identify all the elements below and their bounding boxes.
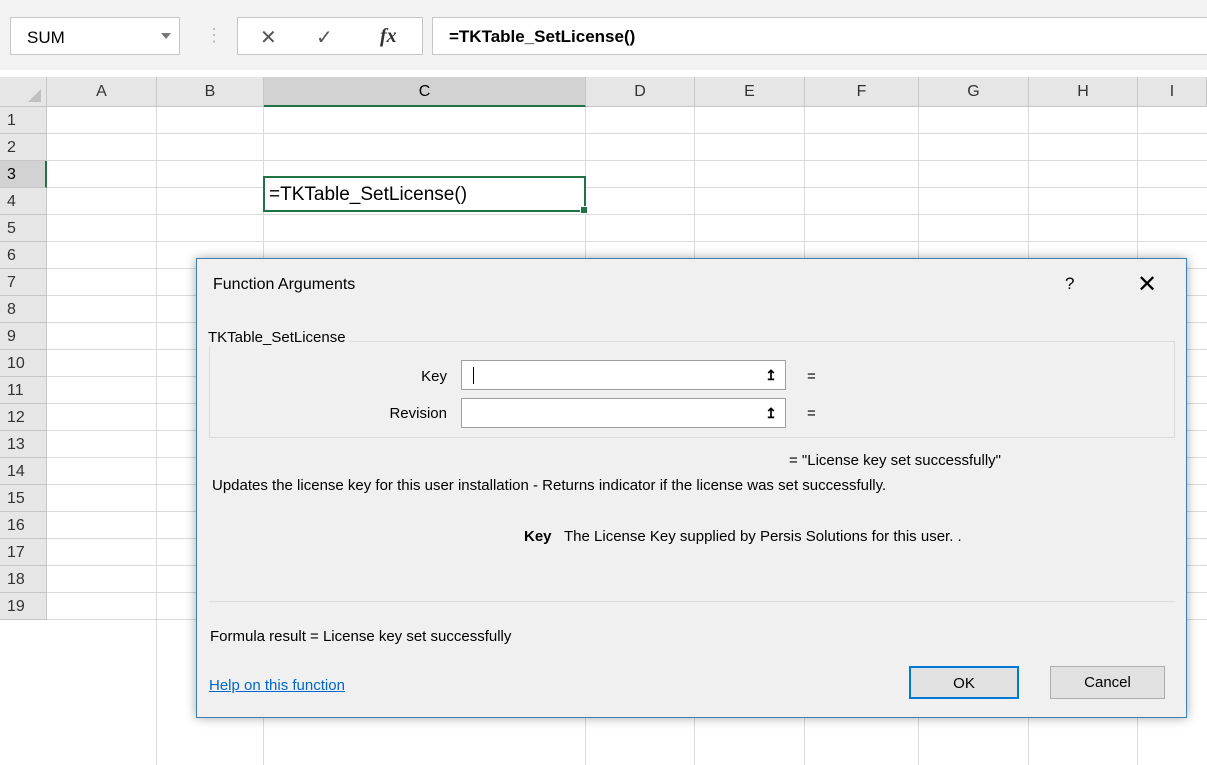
column-header-d[interactable]: D <box>586 77 695 107</box>
gridline <box>47 160 1207 161</box>
collapse-dialog-icon[interactable]: ↥ <box>760 364 782 386</box>
column-header-a[interactable]: A <box>47 77 157 107</box>
row-header-12[interactable]: 12 <box>0 404 47 431</box>
formula-bar: SUM ⋮ ✕ ✓ fx =TKTable_SetLicense() <box>0 0 1207 70</box>
formula-text: =TKTable_SetLicense() <box>449 27 636 46</box>
row-header-9[interactable]: 9 <box>0 323 47 350</box>
row-header-6[interactable]: 6 <box>0 242 47 269</box>
formula-input[interactable]: =TKTable_SetLicense() <box>432 17 1207 55</box>
gridline <box>47 133 1207 134</box>
chevron-down-icon[interactable] <box>161 33 171 39</box>
divider <box>209 601 1175 602</box>
arg-description-text: The License Key supplied by Persis Solut… <box>564 528 962 545</box>
ok-button[interactable]: OK <box>909 666 1019 699</box>
row-header-11[interactable]: 11 <box>0 377 47 404</box>
gridline <box>156 107 157 765</box>
close-icon[interactable]: ✕ <box>1137 270 1157 299</box>
cancel-icon[interactable]: ✕ <box>260 25 277 50</box>
revision-equals: = <box>807 405 816 422</box>
dialog-title: Function Arguments <box>213 276 356 293</box>
row-header-1[interactable]: 1 <box>0 107 47 134</box>
function-arguments-dialog: Function Arguments ? ✕ TKTable_SetLicens… <box>196 258 1187 718</box>
formula-result: Formula result = License key set success… <box>210 628 512 645</box>
fill-handle[interactable] <box>580 206 588 214</box>
help-icon[interactable]: ? <box>1065 274 1074 294</box>
row-header-13[interactable]: 13 <box>0 431 47 458</box>
arg-description-name: Key <box>524 528 552 545</box>
column-header-e[interactable]: E <box>695 77 805 107</box>
row-header-4[interactable]: 4 <box>0 188 47 215</box>
row-header-16[interactable]: 16 <box>0 512 47 539</box>
enter-icon[interactable]: ✓ <box>316 25 333 50</box>
insert-function-icon[interactable]: fx <box>380 25 397 48</box>
revision-input[interactable]: ↥ <box>461 398 786 428</box>
collapse-dialog-icon[interactable]: ↥ <box>760 402 782 424</box>
result-preview: = "License key set successfully" <box>789 452 1001 469</box>
row-header-8[interactable]: 8 <box>0 296 47 323</box>
row-header-15[interactable]: 15 <box>0 485 47 512</box>
cancel-button[interactable]: Cancel <box>1050 666 1165 699</box>
column-header-i[interactable]: I <box>1138 77 1207 107</box>
gridline <box>47 214 1207 215</box>
arg-label-revision: Revision <box>389 405 447 422</box>
key-input[interactable]: ↥ <box>461 360 786 390</box>
key-equals: = <box>807 368 816 385</box>
function-name: TKTable_SetLicense <box>205 329 349 346</box>
row-header-7[interactable]: 7 <box>0 269 47 296</box>
arg-label-key: Key <box>421 368 447 385</box>
row-header-18[interactable]: 18 <box>0 566 47 593</box>
row-header-17[interactable]: 17 <box>0 539 47 566</box>
active-cell-value: =TKTable_SetLicense() <box>269 184 468 205</box>
name-box-value: SUM <box>27 28 65 47</box>
column-header-f[interactable]: F <box>805 77 919 107</box>
gridline <box>47 241 1207 242</box>
row-header-3[interactable]: 3 <box>0 161 47 188</box>
grip-dots-icon: ⋮ <box>205 25 223 45</box>
column-header-h[interactable]: H <box>1029 77 1138 107</box>
formula-buttons: ✕ ✓ fx <box>237 17 423 55</box>
help-link[interactable]: Help on this function <box>209 677 345 694</box>
row-header-19[interactable]: 19 <box>0 593 47 620</box>
active-cell[interactable]: =TKTable_SetLicense() <box>263 176 588 214</box>
select-all-button[interactable] <box>0 77 47 107</box>
function-description: Updates the license key for this user in… <box>212 477 887 494</box>
row-header-2[interactable]: 2 <box>0 134 47 161</box>
column-header-g[interactable]: G <box>919 77 1029 107</box>
column-header-b[interactable]: B <box>157 77 264 107</box>
row-header-14[interactable]: 14 <box>0 458 47 485</box>
column-header-c[interactable]: C <box>264 77 586 107</box>
row-header-10[interactable]: 10 <box>0 350 47 377</box>
row-header-5[interactable]: 5 <box>0 215 47 242</box>
name-box[interactable]: SUM <box>10 17 180 55</box>
gridline <box>47 187 1207 188</box>
